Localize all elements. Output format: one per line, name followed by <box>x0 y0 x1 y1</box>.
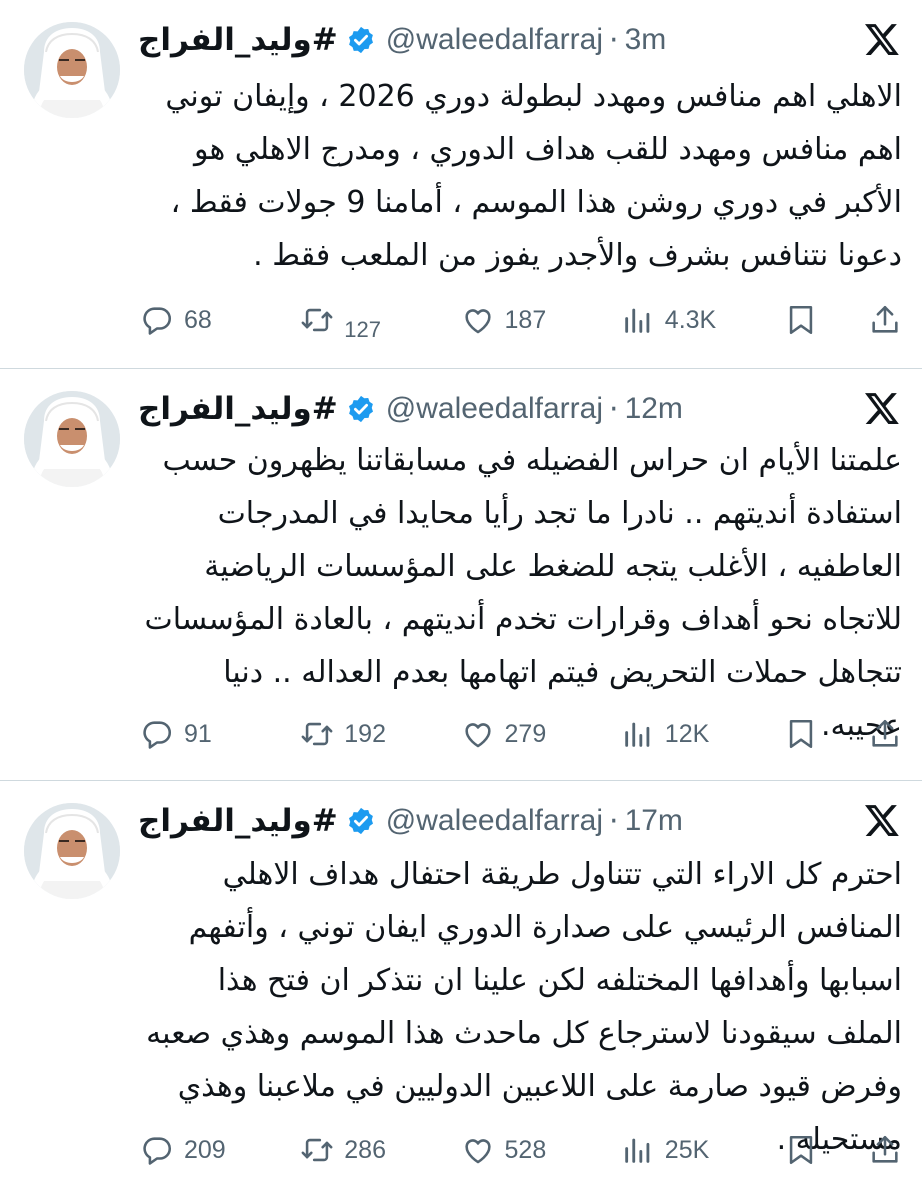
like-button[interactable]: 279 <box>461 717 621 751</box>
avatar[interactable] <box>24 391 120 487</box>
display-name[interactable]: #وليد_الفراج <box>138 22 338 58</box>
views-count: 25K <box>664 1135 710 1164</box>
separator-dot: · <box>609 391 619 427</box>
views-button[interactable]: 12K <box>621 717 784 751</box>
share-icon <box>868 1133 902 1167</box>
display-name[interactable]: #وليد_الفراج <box>138 391 338 427</box>
reply-count: 209 <box>184 1135 226 1164</box>
like-button[interactable]: 187 <box>461 303 621 337</box>
handle[interactable]: @waleedalfarraj <box>386 392 603 426</box>
views-button[interactable]: 25K <box>621 1133 784 1167</box>
tweet-text: احترم كل الاراء التي تتناول طريقة احتفال… <box>146 857 902 1157</box>
reply-button[interactable]: 209 <box>140 1133 300 1167</box>
handle[interactable]: @waleedalfarraj <box>386 23 603 57</box>
like-button[interactable]: 528 <box>461 1133 621 1167</box>
tweet-header: #وليد_الفراج @waleedalfarraj · 17m <box>138 799 842 843</box>
views-count: 12K <box>664 719 710 748</box>
verified-badge-icon <box>346 25 376 55</box>
avatar[interactable] <box>24 803 120 899</box>
tweet[interactable]: #وليد_الفراج @waleedalfarraj · 17m احترم… <box>0 781 922 1200</box>
tweet-text: علمتنا الأيام ان حراس الفضيله في مسابقات… <box>144 443 903 743</box>
reply-button[interactable]: 68 <box>140 303 300 337</box>
repost-count: 286 <box>344 1135 386 1164</box>
views-icon <box>621 717 655 751</box>
share-button[interactable] <box>863 717 902 751</box>
tweet[interactable]: #وليد_الفراج @waleedalfarraj · 12m علمتن… <box>0 369 922 780</box>
bookmark-icon <box>784 1133 818 1167</box>
tweet-header: #وليد_الفراج @waleedalfarraj · 3m <box>138 18 842 62</box>
repost-count: 192 <box>344 719 386 748</box>
repost-button[interactable]: 192 <box>300 717 460 751</box>
like-count: 187 <box>504 305 547 334</box>
verified-badge-icon <box>346 394 376 424</box>
tweet-feed: #وليد_الفراج @waleedalfarraj · 3m الاهلي… <box>0 0 922 1200</box>
display-name[interactable]: #وليد_الفراج <box>138 803 338 839</box>
reply-button[interactable]: 91 <box>140 717 300 751</box>
like-icon <box>461 303 495 337</box>
reply-count: 91 <box>184 719 212 748</box>
separator-dot: · <box>609 803 619 839</box>
handle[interactable]: @waleedalfarraj <box>386 804 603 838</box>
like-icon <box>461 1133 495 1167</box>
repost-icon <box>300 717 334 751</box>
reply-icon <box>140 717 174 751</box>
repost-button[interactable]: 127 <box>300 303 460 342</box>
repost-icon <box>300 1133 334 1167</box>
tweet[interactable]: #وليد_الفراج @waleedalfarraj · 3m الاهلي… <box>0 0 922 368</box>
repost-button[interactable]: 286 <box>300 1133 460 1167</box>
share-button[interactable] <box>863 303 902 337</box>
repost-count: 127 <box>344 317 381 342</box>
timestamp[interactable]: 3m <box>625 23 667 57</box>
views-button[interactable]: 4.3K <box>621 303 784 337</box>
bookmark-button[interactable] <box>784 1133 863 1167</box>
share-icon <box>868 717 902 751</box>
share-icon <box>868 303 902 337</box>
timestamp[interactable]: 17m <box>625 804 683 838</box>
views-icon <box>621 1133 655 1167</box>
x-logo-icon <box>862 20 902 60</box>
share-button[interactable] <box>863 1133 902 1167</box>
action-bar: 209 286 528 25K <box>140 1130 902 1170</box>
tweet-text: الاهلي اهم منافس ومهدد لبطولة دوري 2026 … <box>165 79 902 273</box>
x-logo-icon <box>862 801 902 841</box>
verified-badge-icon <box>346 806 376 836</box>
like-icon <box>461 717 495 751</box>
reply-icon <box>140 303 174 337</box>
bookmark-button[interactable] <box>784 717 863 751</box>
views-icon <box>621 303 655 337</box>
reply-icon <box>140 1133 174 1167</box>
bookmark-icon <box>784 717 818 751</box>
tweet-header: #وليد_الفراج @waleedalfarraj · 12m <box>138 387 842 431</box>
action-bar: 91 192 279 12K <box>140 714 902 754</box>
x-logo-icon <box>862 389 902 429</box>
separator-dot: · <box>609 22 619 58</box>
repost-icon <box>300 303 334 337</box>
like-count: 528 <box>504 1135 547 1164</box>
like-count: 279 <box>504 719 547 748</box>
reply-count: 68 <box>184 305 212 334</box>
avatar[interactable] <box>24 22 120 118</box>
action-bar: 68 127 187 4.3K <box>140 300 902 342</box>
bookmark-button[interactable] <box>784 303 863 337</box>
timestamp[interactable]: 12m <box>625 392 683 426</box>
views-count: 4.3K <box>664 305 717 334</box>
bookmark-icon <box>784 303 818 337</box>
